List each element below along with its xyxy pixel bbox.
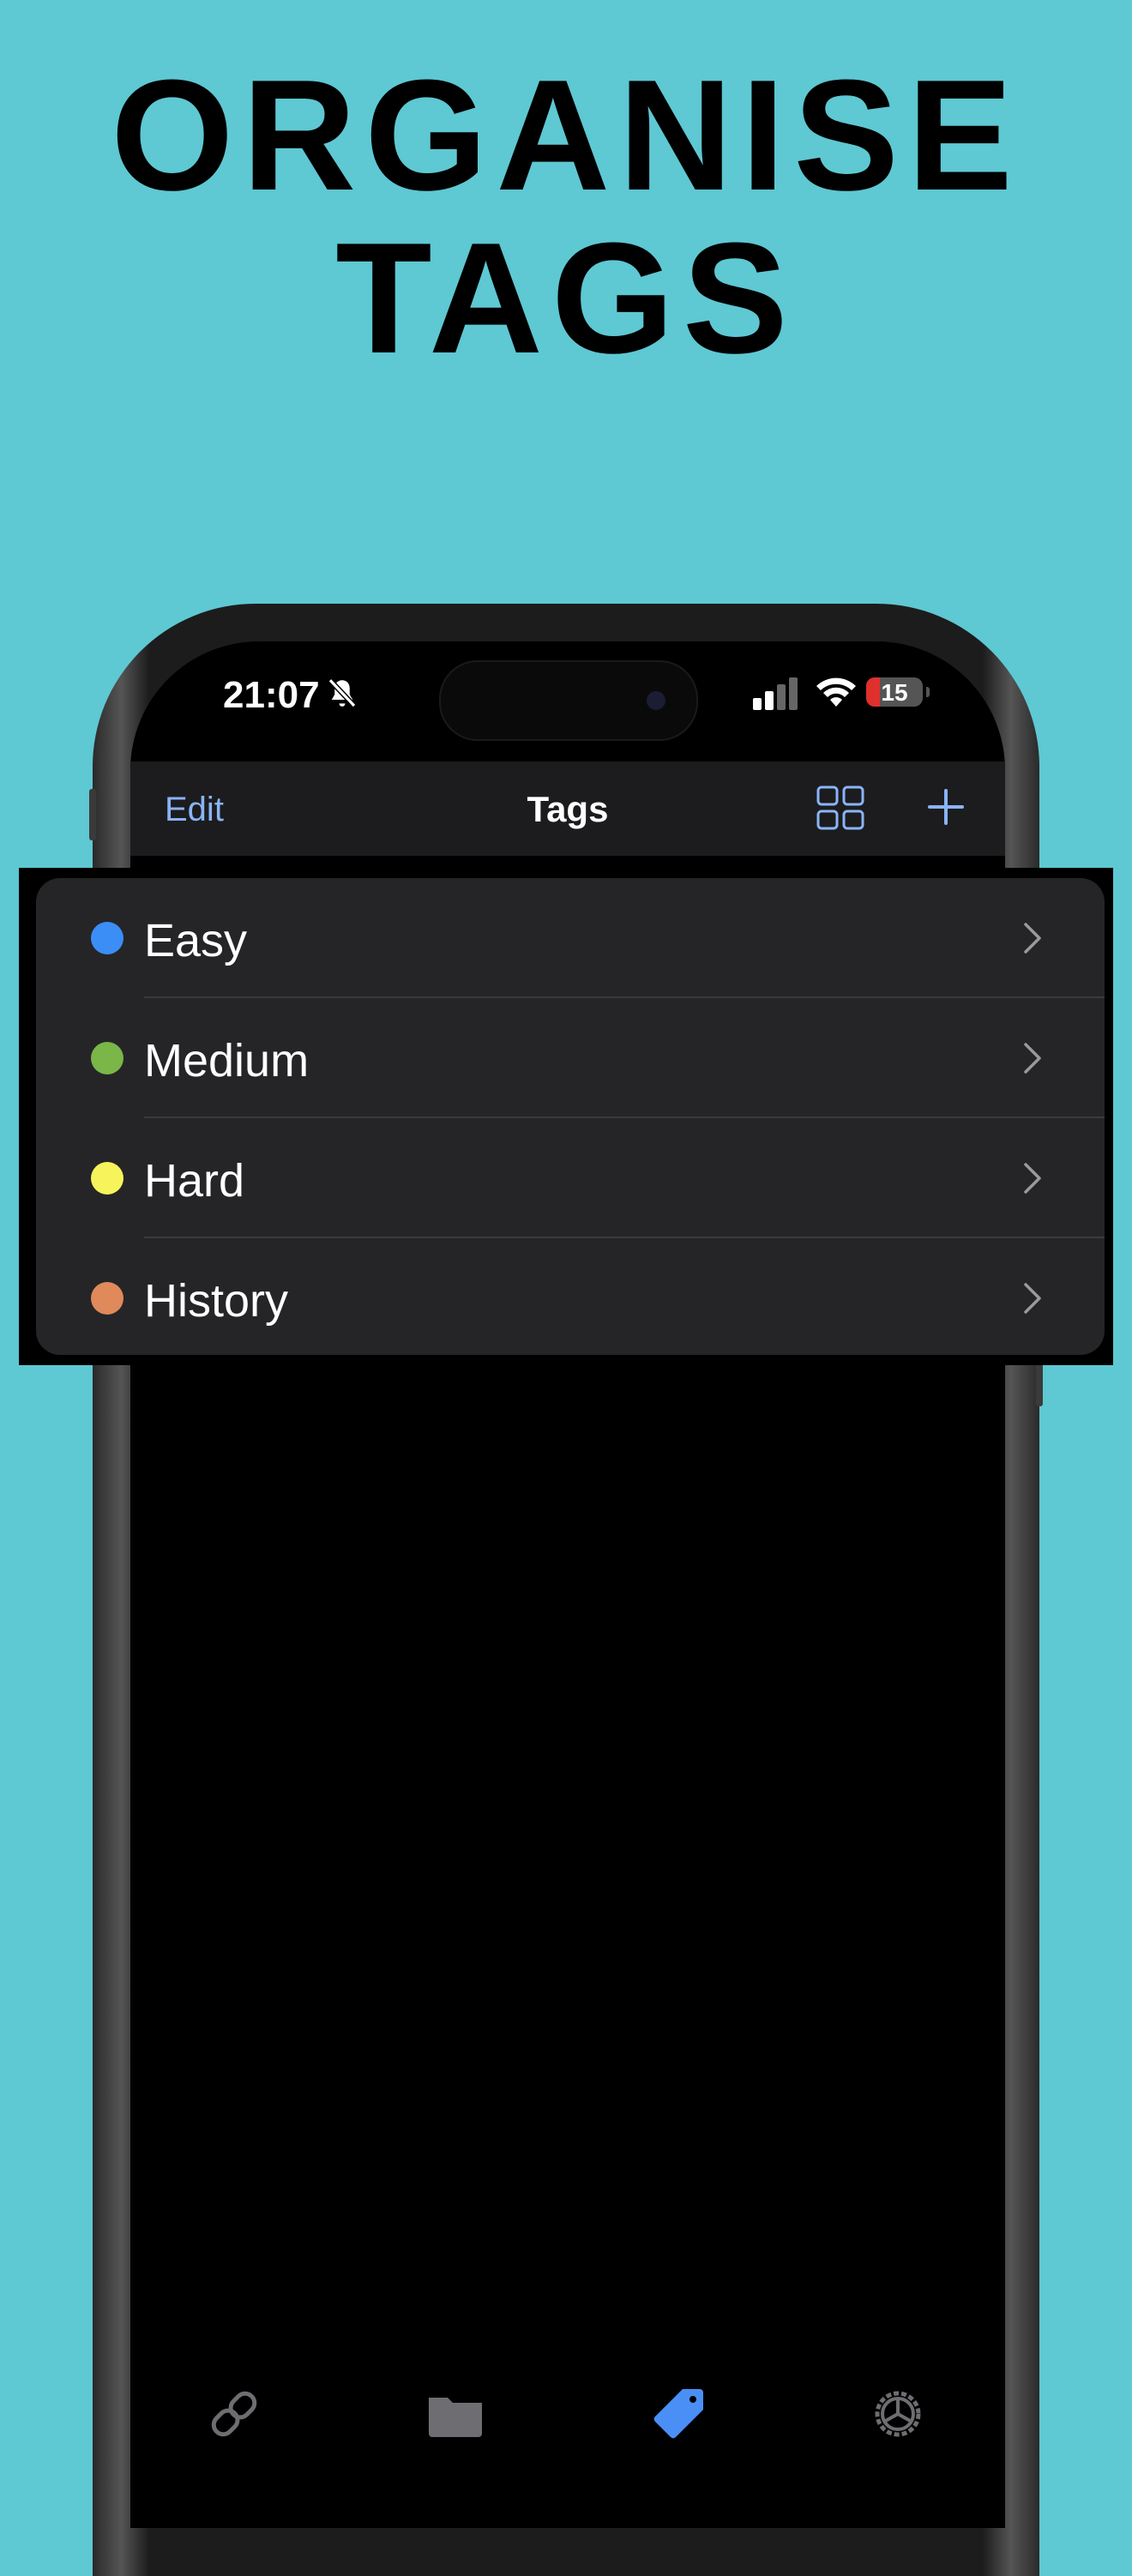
silent-bell-icon [328,678,357,708]
tag-color-dot [91,1162,123,1195]
navigation-bar: Edit Tags [130,761,1005,856]
tag-row-history[interactable]: History [36,1238,1105,1358]
tag-color-dot [91,1282,123,1315]
battery-cap [926,687,930,697]
page-title: Tags [527,789,609,829]
tag-label: Easy [144,915,248,966]
wifi-icon [816,677,856,707]
chevron-right-icon [1024,923,1041,954]
settings-icon[interactable] [868,2384,928,2444]
tag-icon[interactable] [648,2384,708,2444]
tag-label: Medium [144,1035,310,1086]
status-time: 21:07 [223,674,320,716]
dynamic-island [439,660,698,741]
tag-color-dot [91,1042,123,1074]
battery-indicator: 15 [866,677,930,707]
tag-label: History [144,1275,289,1327]
headline-line-1: ORGANISE [111,46,1021,223]
tag-row-easy[interactable]: Easy [36,878,1105,998]
add-tag-icon[interactable] [924,785,967,828]
link-icon[interactable] [204,2384,264,2444]
side-button-left [89,789,96,840]
status-bar: 21:07 15 [130,641,1005,761]
tag-list: Easy Medium Hard History [36,878,1105,1355]
grid-view-icon[interactable] [816,785,864,830]
folder-icon[interactable] [425,2384,485,2444]
tag-row-medium[interactable]: Medium [36,998,1105,1118]
headline-line-2: TAGS [335,209,797,386]
cellular-signal-icon [753,677,798,710]
camera-icon [647,691,665,710]
battery-percent: 15 [881,679,908,706]
tag-label: Hard [144,1155,245,1207]
chevron-right-icon [1024,1043,1041,1074]
tag-row-hard[interactable]: Hard [36,1118,1105,1238]
tag-color-dot [91,922,123,954]
chevron-right-icon [1024,1163,1041,1194]
tag-list-overlay: Easy Medium Hard History [19,868,1113,1365]
headline: ORGANISE TAGS [0,53,1132,379]
chevron-right-icon [1024,1283,1041,1314]
